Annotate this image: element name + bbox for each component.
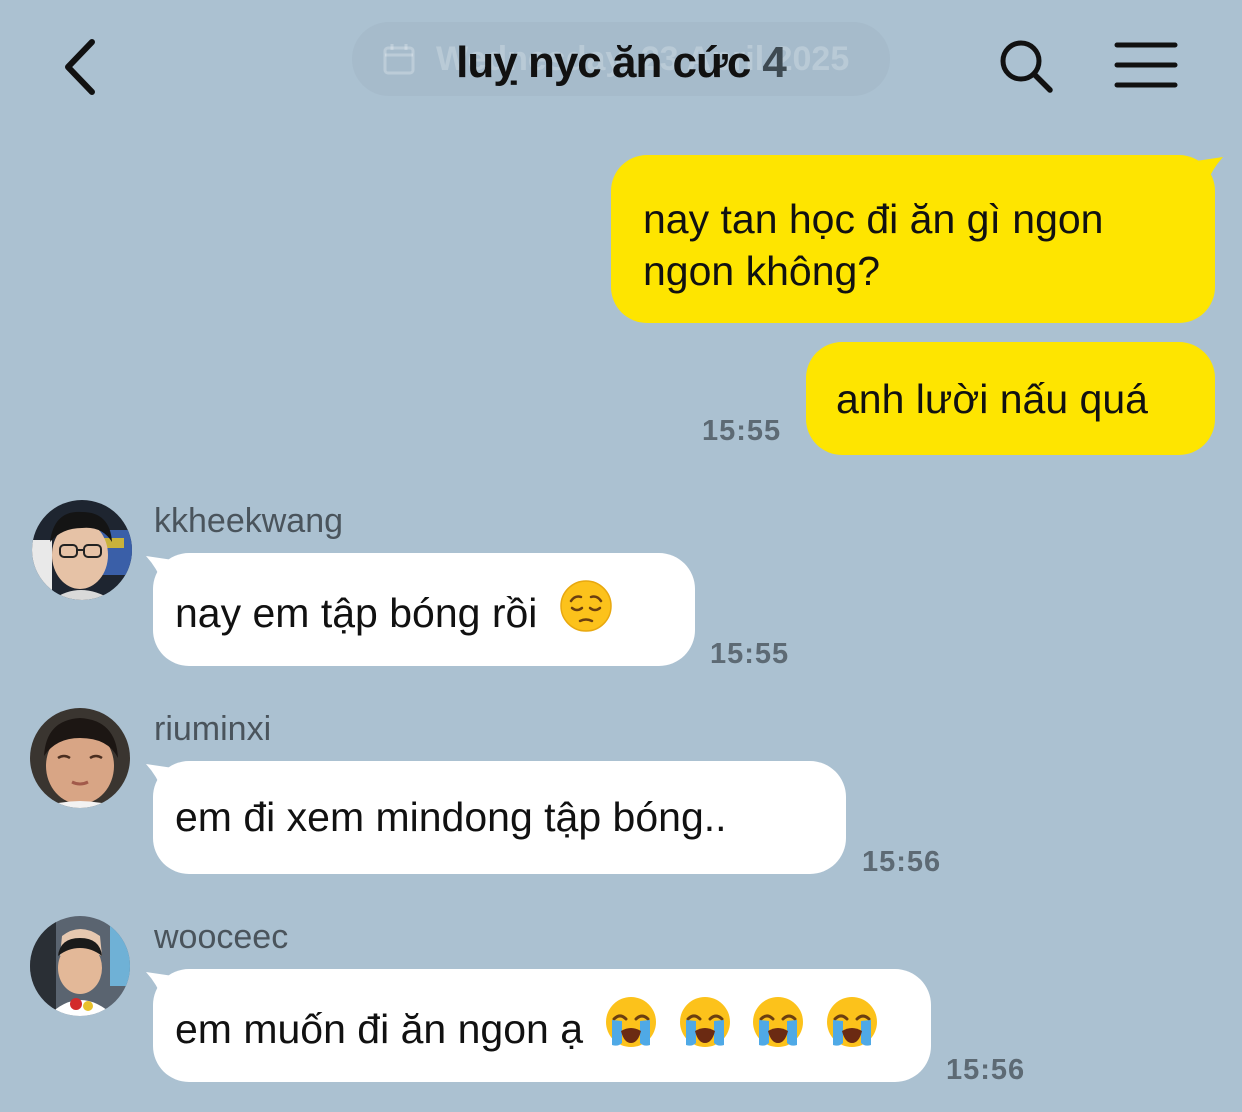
- member-count: 4: [762, 38, 787, 87]
- pensive-face-emoji: [559, 579, 613, 645]
- sender-name: wooceec: [154, 918, 289, 956]
- message-text: em muốn đi ăn ngon ạ: [175, 1005, 583, 1052]
- avatar[interactable]: [30, 708, 130, 808]
- loudly-crying-face-emoji: [751, 995, 805, 1061]
- sender-name: riuminxi: [154, 710, 272, 748]
- message-text: anh lười nấu quá: [836, 376, 1148, 422]
- sender-name: kkheekwang: [154, 502, 344, 540]
- search-icon: [1000, 40, 1053, 93]
- hamburger-menu-icon: [1114, 42, 1178, 88]
- avatar[interactable]: [30, 916, 130, 1016]
- chat-name: luỵ nyc ăn cức: [456, 38, 751, 87]
- their-message-bubble[interactable]: em muốn đi ăn ngon ạ: [153, 969, 931, 1082]
- message-time: 15:56: [862, 846, 942, 878]
- message-text-line: nay tan học đi ăn gì ngon: [643, 196, 1104, 242]
- avatar[interactable]: [32, 500, 132, 600]
- message-time: 15:55: [702, 415, 782, 447]
- their-message-bubble[interactable]: nay em tập bóng rồi: [153, 553, 695, 666]
- loudly-crying-face-emoji: [678, 995, 732, 1061]
- menu-button[interactable]: [1114, 40, 1178, 90]
- loudly-crying-face-emoji: [825, 995, 879, 1061]
- message-time: 15:56: [946, 1054, 1026, 1086]
- their-message-bubble[interactable]: em đi xem mindong tập bóng..: [153, 761, 846, 874]
- search-button[interactable]: [998, 38, 1054, 94]
- back-button[interactable]: [58, 34, 106, 100]
- chevron-left-icon: [65, 39, 95, 95]
- my-message-bubble[interactable]: nay tan học đi ăn gì ngon ngon không?: [611, 155, 1215, 323]
- message-text-line: ngon không?: [643, 248, 881, 294]
- chat-header: Wednesday, 23 April 2025 luỵ nyc ăn cức 4: [0, 0, 1242, 140]
- chat-title: luỵ nyc ăn cức 4: [352, 38, 890, 88]
- message-text: nay em tập bóng rồi: [175, 589, 538, 636]
- my-message-bubble[interactable]: anh lười nấu quá: [806, 342, 1215, 455]
- message-text: em đi xem mindong tập bóng..: [175, 794, 727, 840]
- bubble-tail: [1196, 157, 1223, 185]
- message-time: 15:55: [710, 638, 790, 670]
- loudly-crying-face-emoji: [604, 995, 658, 1061]
